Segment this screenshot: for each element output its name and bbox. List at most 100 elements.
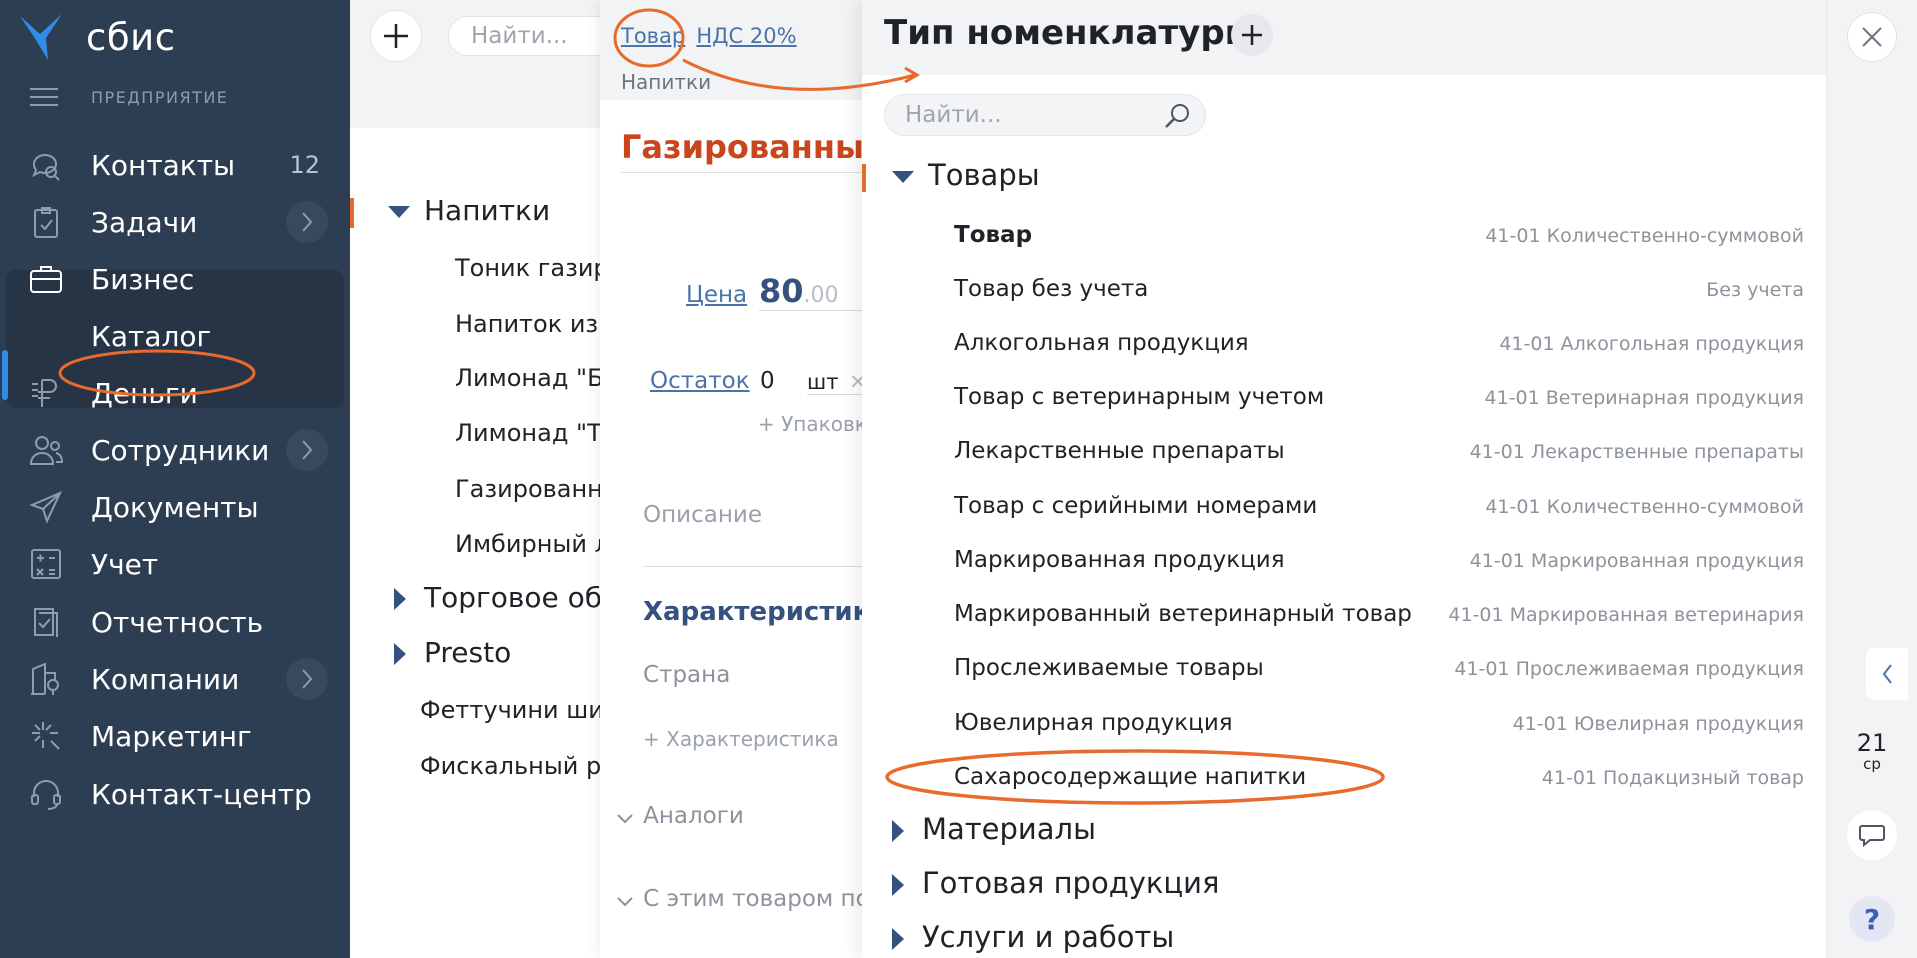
expand-right-icon[interactable] — [892, 874, 904, 896]
type-name: Прослеживаемые товары — [954, 655, 1264, 681]
list-item[interactable]: Газированн — [455, 475, 603, 503]
logo-text: сбис — [86, 15, 176, 59]
building-pin-icon — [28, 661, 64, 697]
table-row[interactable]: Товар с серийными номерами 41-01 Количес… — [954, 493, 1804, 537]
side-panel-toggle[interactable] — [1866, 648, 1908, 700]
chevron-down-icon — [617, 896, 633, 906]
plus-icon — [1242, 25, 1262, 45]
price-label[interactable]: Цена — [686, 282, 747, 308]
ruble-icon — [28, 375, 64, 411]
tree-folder-presto[interactable]: Presto — [394, 636, 511, 669]
vat-link[interactable]: НДС 20% — [696, 24, 796, 48]
breadcrumb[interactable]: Напитки — [621, 70, 711, 94]
expand-right-icon[interactable] — [394, 643, 406, 665]
price-field[interactable]: 80.00 — [759, 272, 862, 311]
expand-down-icon[interactable] — [388, 206, 410, 218]
group-goods[interactable]: Товары — [892, 158, 1040, 192]
table-row[interactable]: Маркированный ветеринарный товар 41-01 М… — [954, 601, 1804, 645]
country-label[interactable]: Страна — [643, 662, 730, 688]
sidebar-item-employees[interactable]: Сотрудники — [0, 420, 350, 480]
sidebar-item-companies[interactable]: Компании — [0, 649, 350, 709]
type-search-input[interactable]: Найти... — [884, 94, 1206, 136]
add-button[interactable] — [370, 10, 422, 62]
list-item[interactable]: Имбирный л — [455, 530, 610, 558]
sidebar-item-label: Маркетинг — [91, 719, 252, 753]
app-root: сбис ПРЕДПРИЯТИЕ Контакты 12 Задачи Бизн… — [0, 0, 1917, 958]
sidebar-item-label: Документы — [91, 490, 259, 524]
plus-icon — [384, 24, 408, 48]
type-name: Сахаросодержащие напитки — [954, 764, 1307, 790]
sidebar-item-contacts[interactable]: Контакты 12 — [0, 135, 350, 195]
tree-folder-trade-equipment[interactable]: Торговое обо — [394, 581, 619, 614]
list-item[interactable]: Фискальный р — [420, 752, 601, 780]
analogs-section[interactable]: Аналоги — [616, 803, 744, 829]
expand-down-icon[interactable] — [892, 171, 914, 183]
table-row[interactable]: Лекарственные препараты 41-01 Лекарствен… — [954, 438, 1804, 482]
add-type-button[interactable] — [1231, 14, 1273, 56]
clear-icon[interactable]: ✕ — [849, 370, 862, 394]
description-field[interactable]: Описание — [643, 502, 762, 528]
group-materials[interactable]: Материалы — [892, 812, 1096, 846]
chat-bubble-icon — [1859, 825, 1885, 848]
search-icon[interactable] — [1163, 101, 1193, 131]
calendar-weekday: ср — [1863, 755, 1881, 773]
unit-select[interactable]: шт ✕ — [807, 370, 862, 395]
list-item[interactable]: Лимонад "Т — [455, 419, 602, 447]
sidebar-item-contact-center[interactable]: Контакт-центр — [0, 764, 350, 824]
logo[interactable]: сбис — [18, 12, 176, 62]
chevron-right-icon[interactable] — [286, 429, 328, 471]
nomenclature-type-link[interactable]: Товар — [621, 24, 685, 48]
catalog-toolbar: Найти... — [350, 0, 648, 128]
expand-right-icon[interactable] — [394, 588, 406, 610]
sidebar-item-tasks[interactable]: Задачи — [0, 192, 350, 252]
table-row[interactable]: Алкогольная продукция 41-01 Алкогольная … — [954, 330, 1804, 374]
group-finished-products[interactable]: Готовая продукция — [892, 866, 1219, 900]
add-characteristic-button[interactable]: + Характеристика — [643, 727, 839, 751]
tree-folder-label: Торговое обо — [424, 581, 620, 614]
list-item[interactable]: Тоник газир — [455, 254, 609, 282]
calendar-date[interactable]: 21 ср — [1847, 730, 1897, 772]
add-package-button[interactable]: + Упаковк — [758, 412, 862, 436]
sidebar-item-accounting[interactable]: Учет — [0, 534, 350, 594]
table-row[interactable]: Товар 41-01 Количественно-суммовой — [954, 222, 1804, 266]
sidebar-item-business[interactable]: Бизнес — [0, 249, 350, 309]
paper-plane-icon — [28, 489, 64, 525]
group-label: Материалы — [922, 812, 1096, 846]
bought-with-section[interactable]: С этим товаром по — [616, 886, 862, 912]
unit-value: шт — [807, 370, 839, 394]
close-button[interactable] — [1847, 12, 1897, 62]
table-row[interactable]: Товар без учета Без учета — [954, 276, 1804, 320]
table-row[interactable]: Ювелирная продукция 41-01 Ювелирная прод… — [954, 710, 1804, 754]
sidebar-item-marketing[interactable]: Маркетинг — [0, 706, 350, 766]
type-account: 41-01 Маркированная ветеринария — [1448, 604, 1804, 626]
chevron-left-icon — [1882, 664, 1892, 684]
sparkle-cursor-icon — [28, 718, 64, 754]
chat-button[interactable] — [1847, 810, 1897, 860]
stock-label[interactable]: Остаток — [650, 368, 750, 394]
sidebar-item-catalog[interactable]: Каталог — [0, 306, 350, 366]
sidebar-item-documents[interactable]: Документы — [0, 477, 350, 537]
chevron-right-icon[interactable] — [286, 201, 328, 243]
list-item[interactable]: Лимонад "Б — [455, 364, 604, 392]
sidebar-item-money[interactable]: Деньги — [0, 363, 350, 423]
chevron-right-icon[interactable] — [286, 658, 328, 700]
sidebar-item-reporting[interactable]: Отчетность — [0, 592, 350, 652]
table-row[interactable]: Маркированная продукция 41-01 Маркирован… — [954, 547, 1804, 591]
table-row[interactable]: Товар с ветеринарным учетом 41-01 Ветери… — [954, 384, 1804, 428]
list-item[interactable]: Феттучини ши — [420, 696, 604, 724]
help-button[interactable]: ? — [1849, 896, 1895, 942]
headset-icon — [28, 776, 64, 812]
clipboard-check-icon — [28, 204, 64, 240]
expand-right-icon[interactable] — [892, 820, 904, 842]
table-row[interactable]: Прослеживаемые товары 41-01 Прослеживаем… — [954, 655, 1804, 699]
tree-folder-drinks[interactable]: Напитки — [388, 194, 550, 227]
group-services[interactable]: Услуги и работы — [892, 920, 1174, 954]
list-item[interactable]: Напиток из — [455, 310, 598, 338]
chevron-down-icon — [617, 813, 633, 823]
group-label: Товары — [928, 158, 1040, 192]
table-row[interactable]: Сахаросодержащие напитки 41-01 Подакцизн… — [954, 764, 1804, 808]
product-title[interactable]: Газированный н — [621, 128, 862, 166]
expand-right-icon[interactable] — [892, 928, 904, 950]
menu-icon[interactable] — [30, 88, 58, 112]
sidebar-item-label: Деньги — [91, 376, 198, 410]
